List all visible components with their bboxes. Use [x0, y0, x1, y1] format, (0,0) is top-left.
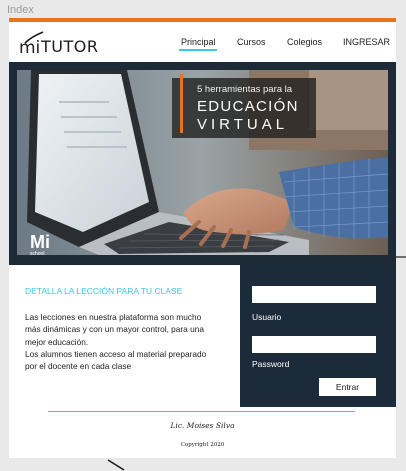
hero-school-logo: Mi school [30, 232, 54, 258]
footer-copyright: Copyright 2020 [180, 442, 225, 448]
hero-caption-small: 5 herramientas para la [197, 84, 293, 95]
nav-link-colegios[interactable]: Colegios [287, 37, 322, 47]
nav-active-underline [179, 49, 217, 51]
top-accent-bar [9, 18, 396, 22]
prototype-connector-line [107, 459, 125, 471]
hero-caption-line2: VIRTUAL [197, 116, 289, 133]
artboard-label: Index [7, 4, 34, 16]
hero-caption-accent [180, 74, 183, 133]
logo-tutor-text: TUTOR [41, 37, 99, 56]
lesson-section-body: Las lecciones en nuestra plataforma son … [25, 312, 207, 372]
hero-logo-sub: school [30, 251, 45, 257]
lesson-section-title: DETALLA LA LECCIÓN PARA TU CLASE [25, 286, 183, 296]
hero-logo-mark: Mi [30, 232, 50, 252]
footer-divider [48, 411, 355, 412]
nav-link-cursos[interactable]: Cursos [237, 37, 266, 47]
logo-mi-text: mi [19, 38, 41, 58]
footer-author: Lic. Moises Silva [170, 421, 235, 430]
password-label: Password [252, 359, 290, 369]
prototype-connector-line [395, 256, 406, 258]
nav-link-principal[interactable]: Principal [181, 37, 216, 47]
page-frame: mi TUTOR Principal Cursos Colegios INGRE… [9, 18, 396, 458]
nav-link-ingresar[interactable]: INGRESAR [343, 37, 390, 47]
username-label: Usuario [252, 312, 282, 322]
hero-caption-line1: EDUCACIÓN [197, 98, 299, 115]
hero-banner: 5 herramientas para la EDUCACIÓN VIRTUAL… [9, 62, 396, 265]
password-input[interactable] [252, 336, 376, 353]
login-submit-button[interactable]: Entrar [319, 378, 376, 396]
username-input[interactable] [252, 286, 376, 303]
login-panel: Usuario Password Entrar [240, 264, 396, 407]
